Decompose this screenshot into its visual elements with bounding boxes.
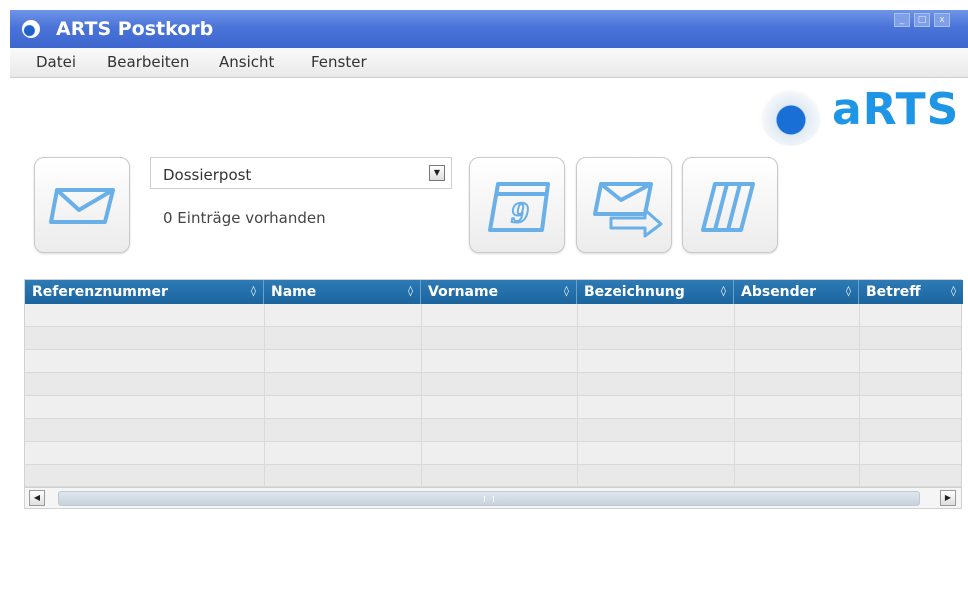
minimize-button[interactable]: _ [894,13,910,27]
column-label: Betreff [866,284,921,300]
mailbox-select-value: Dossierpost [163,166,252,184]
sort-icon[interactable]: ◊ [951,280,956,304]
column-header-bezeichnung[interactable]: Bezeichnung ◊ [577,280,734,304]
svg-text:9: 9 [511,199,529,229]
column-divider [264,304,265,487]
column-label: Referenznummer [32,284,168,300]
forward-mail-button[interactable] [576,157,672,253]
table-row[interactable] [25,442,961,465]
calendar-button[interactable]: 9 [469,157,565,253]
column-divider [421,304,422,487]
sort-icon[interactable]: ◊ [846,280,851,304]
horizontal-scrollbar[interactable]: ◀ ▶ [25,487,961,508]
scroll-right-icon[interactable]: ▶ [940,490,956,506]
table-row[interactable] [25,419,961,442]
scrollbar-thumb[interactable] [58,491,920,506]
mailbox-select[interactable]: Dossierpost ▼ [150,157,452,189]
sort-icon[interactable]: ◊ [564,280,569,304]
column-divider [734,304,735,487]
column-header-betreff[interactable]: Betreff ◊ [859,280,963,304]
column-divider [859,304,860,487]
maximize-button[interactable]: □ [914,13,930,27]
menu-bearbeiten[interactable]: Bearbeiten [107,53,189,71]
arts-logo: aRTS [760,84,960,152]
column-label: Name [271,284,317,300]
entries-count-label: 0 Einträge vorhanden [163,209,326,227]
sort-icon[interactable]: ◊ [721,280,726,304]
table-row[interactable] [25,396,961,419]
forward-mail-icon [593,182,663,238]
archive-button[interactable] [682,157,778,253]
column-header-referenznummer[interactable]: Referenznummer ◊ [25,280,264,304]
scroll-left-icon[interactable]: ◀ [29,490,45,506]
table-body [25,304,961,487]
column-header-name[interactable]: Name ◊ [264,280,421,304]
chevron-down-icon[interactable]: ▼ [429,165,445,181]
archive-icon [701,182,755,232]
mail-table: Referenznummer ◊ Name ◊ Vorname ◊ Bezeic… [24,279,963,509]
table-row[interactable] [25,373,961,396]
column-label: Absender [741,284,817,300]
arts-logo-text: aRTS [832,84,960,135]
column-label: Vorname [428,284,499,300]
sort-icon[interactable]: ◊ [408,280,413,304]
table-row[interactable] [25,350,961,373]
mail-button[interactable] [34,157,130,253]
close-button[interactable]: x [934,13,950,27]
menu-ansicht[interactable]: Ansicht [219,53,274,71]
app-logo-icon [22,20,40,38]
title-bar[interactable]: ARTS Postkorb _ □ x [10,10,968,48]
window-title: ARTS Postkorb [56,18,214,40]
sort-icon[interactable]: ◊ [251,280,256,304]
table-row[interactable] [25,327,961,350]
column-label: Bezeichnung [584,284,685,300]
table-header: Referenznummer ◊ Name ◊ Vorname ◊ Bezeic… [25,280,963,304]
menu-datei[interactable]: Datei [36,53,76,71]
column-header-vorname[interactable]: Vorname ◊ [421,280,577,304]
column-header-absender[interactable]: Absender ◊ [734,280,859,304]
table-row[interactable] [25,304,961,327]
grip-icon [484,496,494,502]
table-row[interactable] [25,465,961,487]
column-divider [577,304,578,487]
menu-bar: Datei Bearbeiten Ansicht Fenster [10,48,968,78]
calendar-icon: 9 [488,182,550,232]
arts-logo-ball-icon [760,84,822,146]
menu-fenster[interactable]: Fenster [311,53,367,71]
envelope-icon [49,188,115,224]
app-window: ARTS Postkorb _ □ x Datei Bearbeiten Ans… [10,10,968,610]
